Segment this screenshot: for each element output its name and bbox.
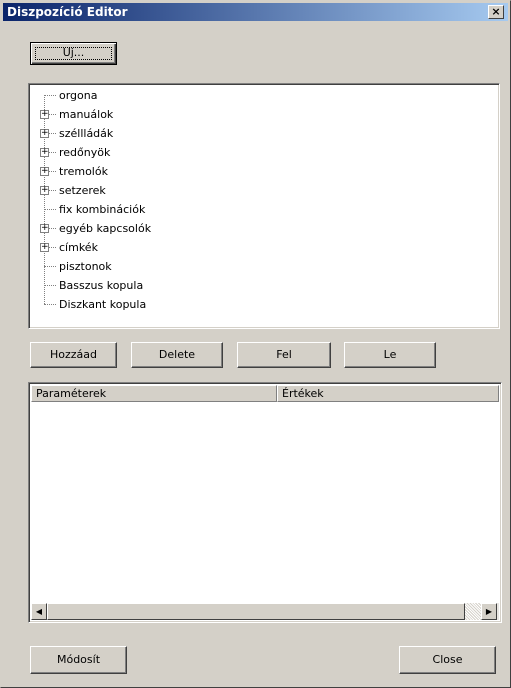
modify-button-label: Módosít <box>56 653 101 666</box>
scroll-left-icon[interactable]: ◀ <box>31 603 47 620</box>
tree-view[interactable]: orgona + manuálok + széllládák + redőnyök + trem… <box>28 83 500 329</box>
expand-plus-icon[interactable]: + <box>40 129 49 138</box>
tree-item-label: egyéb kapcsolók <box>59 222 152 235</box>
scrollbar-track[interactable] <box>465 603 481 620</box>
close-button[interactable]: Close <box>399 646 496 674</box>
close-button-label: Close <box>432 653 463 666</box>
tree-item-label: tremolók <box>59 165 108 178</box>
tree-item-label: széllládák <box>59 127 114 140</box>
expand-plus-icon[interactable]: + <box>40 186 49 195</box>
up-button[interactable]: Fel <box>237 342 331 368</box>
tree-branch-line <box>44 285 56 286</box>
horizontal-scrollbar[interactable]: ◀ ▶ <box>31 603 499 620</box>
close-icon[interactable]: × <box>488 5 504 19</box>
down-button-label: Le <box>383 348 397 361</box>
up-button-label: Fel <box>276 348 292 361</box>
tree-item-label: orgona <box>59 89 98 102</box>
tree-item-label: címkék <box>59 241 98 254</box>
expand-plus-icon[interactable]: + <box>40 148 49 157</box>
expand-plus-icon[interactable]: + <box>40 167 49 176</box>
expand-plus-icon[interactable]: + <box>40 224 49 233</box>
scrollbar-thumb[interactable] <box>47 603 465 620</box>
modify-button[interactable]: Módosít <box>30 646 127 674</box>
expand-plus-icon[interactable]: + <box>40 243 49 252</box>
column-header-values[interactable]: Értékek <box>277 385 499 402</box>
column-header-values-label: Értékek <box>282 387 324 400</box>
add-button-label: Hozzáad <box>49 348 97 361</box>
tree-item-label: pisztonok <box>59 260 112 273</box>
new-button[interactable]: Uj... <box>30 42 117 65</box>
scroll-right-icon[interactable]: ▶ <box>481 603 497 620</box>
tree-item-label: setzerek <box>59 184 106 197</box>
column-header-parameters-label: Paraméterek <box>36 387 107 400</box>
title-bar: Diszpozíció Editor × <box>3 3 508 21</box>
dialog-window: Diszpozíció Editor × Uj... orgona + manuál… <box>0 0 511 688</box>
tree-item-label: fix kombinációk <box>59 203 146 216</box>
tree-item-label: Diszkant kopula <box>59 298 147 311</box>
down-button[interactable]: Le <box>344 342 436 368</box>
expand-plus-icon[interactable]: + <box>40 110 49 119</box>
new-button-label: Uj... <box>62 46 85 59</box>
tree-connector-line <box>44 95 45 304</box>
window-title: Diszpozíció Editor <box>7 5 128 19</box>
tree-branch-line <box>44 304 56 305</box>
tree-item-label: manuálok <box>59 108 114 121</box>
column-header-parameters[interactable]: Paraméterek <box>31 385 277 402</box>
parameters-table[interactable]: Paraméterek Értékek ◀ ▶ <box>28 382 502 623</box>
tree-branch-line <box>44 209 56 210</box>
tree-item-label: Basszus kopula <box>59 279 144 292</box>
delete-button-label: Delete <box>158 348 196 361</box>
tree-branch-line <box>44 95 56 96</box>
delete-button[interactable]: Delete <box>131 342 223 368</box>
tree-item-label: redőnyök <box>59 146 111 159</box>
tree-content: orgona + manuálok + széllládák + redőnyök + trem… <box>31 86 497 326</box>
tree-branch-line <box>44 266 56 267</box>
add-button[interactable]: Hozzáad <box>30 342 117 368</box>
